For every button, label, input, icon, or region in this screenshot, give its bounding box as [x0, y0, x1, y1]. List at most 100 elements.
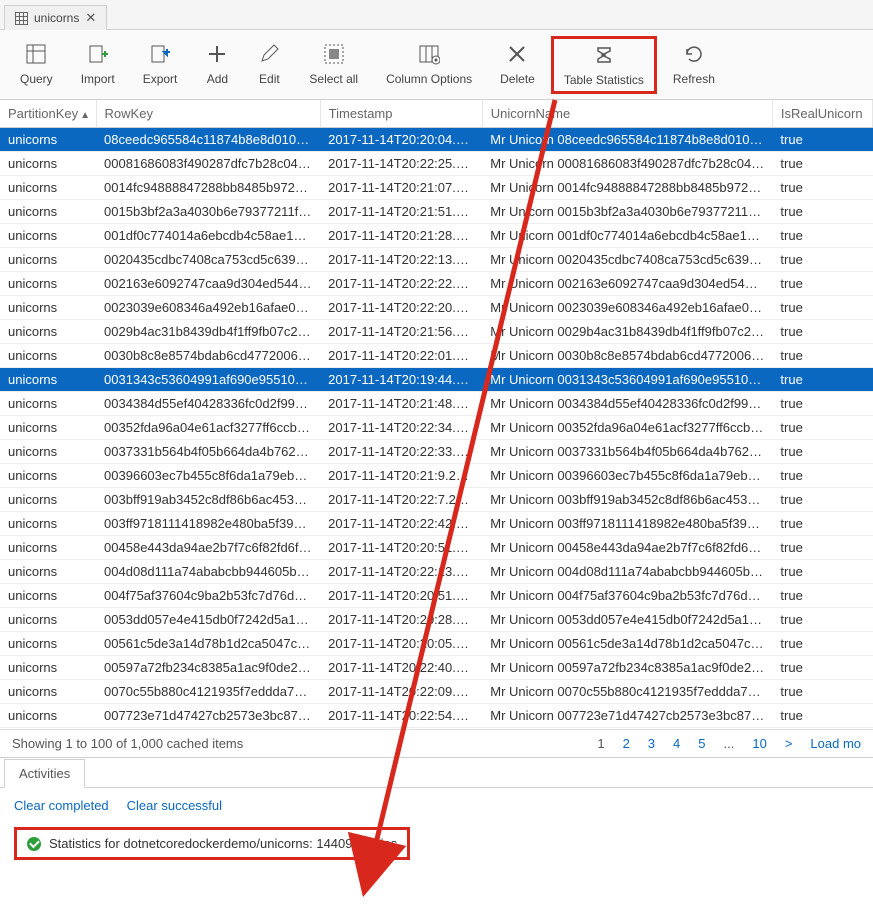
page-ellipsis: ...	[724, 736, 735, 751]
page-1[interactable]: 1	[597, 736, 604, 751]
col-partitionkey[interactable]: PartitionKey▲	[0, 100, 96, 128]
cell-un: Mr Unicorn 0015b3bf2a3a4030b6e79377211f2…	[482, 200, 772, 224]
tool-label: Import	[81, 72, 115, 86]
import-button[interactable]: Import	[69, 36, 127, 92]
page-2[interactable]: 2	[623, 736, 630, 751]
delete-button[interactable]: Delete	[488, 36, 547, 92]
delete-icon	[506, 42, 528, 66]
cell-ts: 2017-11-14T20:22:40.085Z	[320, 656, 482, 680]
activities-tab[interactable]: Activities	[4, 759, 85, 788]
tab-unicorns[interactable]: unicorns ✕	[4, 5, 107, 30]
table-row[interactable]: unicorns00081686083f490287dfc7b28c04892e…	[0, 152, 873, 176]
page-4[interactable]: 4	[673, 736, 680, 751]
cell-rk: 0034384d55ef40428336fc0d2f99bb58	[96, 392, 320, 416]
cell-rk: 007723e71d47427cb2573e3bc872f70b	[96, 704, 320, 728]
table-row[interactable]: unicorns0070c55b880c4121935f7eddda76337e…	[0, 680, 873, 704]
close-icon[interactable]: ✕	[85, 10, 96, 26]
table-row[interactable]: unicorns002163e6092747caa9d304ed544291db…	[0, 272, 873, 296]
cell-rk: 0037331b564b4f05b664da4b762908e2	[96, 440, 320, 464]
cell-pk: unicorns	[0, 200, 96, 224]
export-button[interactable]: Export	[131, 36, 190, 92]
table-row[interactable]: unicorns0031343c53604991af690e955100d2af…	[0, 368, 873, 392]
tool-label: Export	[143, 72, 178, 86]
table-row[interactable]: unicorns007723e71d47427cb2573e3bc872f70b…	[0, 704, 873, 728]
table-row[interactable]: unicorns0030b8c8e8574bdab6cd47720064e126…	[0, 344, 873, 368]
cell-ts: 2017-11-14T20:21:56.337Z	[320, 320, 482, 344]
cell-ir: true	[772, 512, 872, 536]
tool-label: Column Options	[386, 72, 472, 86]
cell-pk: unicorns	[0, 152, 96, 176]
cell-ts: 2017-11-14T20:22:34.35Z	[320, 416, 482, 440]
cell-pk: unicorns	[0, 488, 96, 512]
cell-ts: 2017-11-14T20:22:7.297Z	[320, 488, 482, 512]
table-row[interactable]: unicorns0037331b564b4f05b664da4b762908e2…	[0, 440, 873, 464]
col-label: UnicornName	[491, 106, 570, 121]
cell-rk: 08ceedc965584c11874b8e8d010a411c	[96, 128, 320, 152]
col-timestamp[interactable]: Timestamp	[320, 100, 482, 128]
table-row[interactable]: unicorns08ceedc965584c11874b8e8d010a411c…	[0, 128, 873, 152]
page-3[interactable]: 3	[648, 736, 655, 751]
table-row[interactable]: unicorns004d08d111a74ababcbb944605bd443b…	[0, 560, 873, 584]
table-row[interactable]: unicorns00561c5de3a14d78b1d2ca5047cde772…	[0, 632, 873, 656]
table-row[interactable]: unicorns0034384d55ef40428336fc0d2f99bb58…	[0, 392, 873, 416]
table-row[interactable]: unicorns00396603ec7b455c8f6da1a79eba337c…	[0, 464, 873, 488]
column-options-button[interactable]: Column Options	[374, 36, 484, 92]
tool-label: Delete	[500, 72, 535, 86]
cell-un: Mr Unicorn 001df0c774014a6ebcdb4c58ae13c…	[482, 224, 772, 248]
cell-un: Mr Unicorn 0014fc94888847288bb8485b97245…	[482, 176, 772, 200]
cell-un: Mr Unicorn 002163e6092747caa9d304ed54429…	[482, 272, 772, 296]
query-button[interactable]: Query	[8, 36, 65, 92]
col-label: PartitionKey	[8, 106, 78, 121]
page-5[interactable]: 5	[698, 736, 705, 751]
col-unicornname[interactable]: UnicornName	[482, 100, 772, 128]
cell-rk: 003bff919ab3452c8df86b6ac453a6fc	[96, 488, 320, 512]
cell-ir: true	[772, 560, 872, 584]
refresh-button[interactable]: Refresh	[661, 36, 727, 92]
table-row[interactable]: unicorns00352fda96a04e61acf3277ff6ccbe57…	[0, 416, 873, 440]
cell-pk: unicorns	[0, 536, 96, 560]
table-row[interactable]: unicorns0020435cdbc7408ca753cd5c639fb3cc…	[0, 248, 873, 272]
tool-label: Add	[207, 72, 228, 86]
success-icon	[27, 837, 41, 851]
columns-icon	[418, 42, 440, 66]
tab-bar: unicorns ✕	[0, 0, 873, 30]
edit-button[interactable]: Edit	[245, 36, 293, 92]
load-more[interactable]: Load mo	[810, 736, 861, 751]
table-statistics-button[interactable]: Table Statistics	[551, 36, 657, 94]
tool-label: Query	[20, 72, 53, 86]
cell-pk: unicorns	[0, 416, 96, 440]
col-rowkey[interactable]: RowKey	[96, 100, 320, 128]
cell-rk: 002163e6092747caa9d304ed544291db	[96, 272, 320, 296]
table-row[interactable]: unicorns004f75af37604c9ba2b53fc7d76d6c78…	[0, 584, 873, 608]
cell-pk: unicorns	[0, 680, 96, 704]
select-all-button[interactable]: Select all	[297, 36, 370, 92]
table-row[interactable]: unicorns0029b4ac31b8439db4f1ff9fb07c246b…	[0, 320, 873, 344]
table-row[interactable]: unicorns00458e443da94ae2b7f7c6f82fd6f101…	[0, 536, 873, 560]
add-button[interactable]: Add	[193, 36, 241, 92]
table-row[interactable]: unicorns00597a72fb234c8385a1ac9f0de2acac…	[0, 656, 873, 680]
cell-rk: 0070c55b880c4121935f7eddda76337e	[96, 680, 320, 704]
table-row[interactable]: unicorns0015b3bf2a3a4030b6e79377211f292a…	[0, 200, 873, 224]
table-row[interactable]: unicorns0053dd057e4e415db0f7242d5a15bf09…	[0, 608, 873, 632]
cell-pk: unicorns	[0, 344, 96, 368]
table-row[interactable]: unicorns0023039e608346a492eb16afae0148b1…	[0, 296, 873, 320]
cell-pk: unicorns	[0, 128, 96, 152]
page-next[interactable]: >	[785, 736, 793, 751]
cell-ir: true	[772, 488, 872, 512]
cell-ir: true	[772, 632, 872, 656]
statistics-result[interactable]: Statistics for dotnetcoredockerdemo/unic…	[14, 827, 410, 860]
cell-pk: unicorns	[0, 248, 96, 272]
table-row[interactable]: unicorns003ff9718111418982e480ba5f398d5d…	[0, 512, 873, 536]
cell-pk: unicorns	[0, 176, 96, 200]
import-icon	[87, 42, 109, 66]
cell-ir: true	[772, 584, 872, 608]
page-10[interactable]: 10	[752, 736, 766, 751]
paging-summary: Showing 1 to 100 of 1,000 cached items	[12, 736, 243, 751]
col-isrealunicorn[interactable]: IsRealUnicorn	[772, 100, 872, 128]
clear-completed-link[interactable]: Clear completed	[14, 798, 109, 813]
table-row[interactable]: unicorns0014fc94888847288bb8485b97245907…	[0, 176, 873, 200]
table-row[interactable]: unicorns001df0c774014a6ebcdb4c58ae13cc20…	[0, 224, 873, 248]
cell-ir: true	[772, 368, 872, 392]
table-row[interactable]: unicorns003bff919ab3452c8df86b6ac453a6fc…	[0, 488, 873, 512]
clear-successful-link[interactable]: Clear successful	[127, 798, 222, 813]
